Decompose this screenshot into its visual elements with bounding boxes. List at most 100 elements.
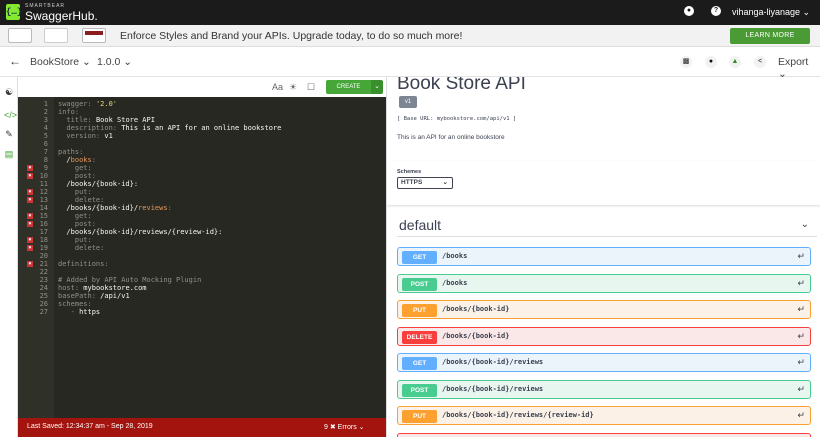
version-dropdown[interactable]: 1.0.0 ⌄ (97, 56, 132, 68)
document-icon[interactable]: ▩ (680, 56, 692, 68)
code-line[interactable]: 11 /books/{book-id}: (18, 180, 386, 188)
code-line[interactable]: ✖ 18 put: (18, 236, 386, 244)
jump-to-definition-icon[interactable]: ↵ (797, 251, 805, 262)
code-line[interactable]: 2 info: (18, 108, 386, 116)
code-line[interactable]: ✖ 16 post: (18, 220, 386, 228)
code-line[interactable]: ✖ 21 definitions: (18, 260, 386, 268)
hierarchy-icon[interactable]: ☯ (4, 87, 14, 98)
jump-to-definition-icon[interactable]: ↵ (797, 384, 805, 395)
notification-icon[interactable]: ▲ (729, 56, 741, 68)
errors-toggle[interactable]: 9 ✖ Errors ⌄ (324, 423, 365, 431)
jump-to-definition-icon[interactable]: ↵ (797, 357, 805, 368)
editor-status-bar: Last Saved: 12:34:37 am - Sep 28, 2019 9… (18, 418, 386, 437)
last-saved-text: Last Saved: 12:34:37 am - Sep 28, 2019 (27, 423, 153, 430)
code-line[interactable]: 27 - https (18, 308, 386, 316)
code-line[interactable]: 8 /books: (18, 156, 386, 164)
line-number: 5 (43, 132, 48, 140)
code-text: get: (58, 212, 92, 220)
code-line[interactable]: 24 host: mybookstore.com (18, 284, 386, 292)
chevron-down-icon[interactable]: ⌄ (801, 219, 809, 230)
code-line[interactable]: 5 version: v1 (18, 132, 386, 140)
theme-sun-icon[interactable]: ☀ (289, 82, 297, 93)
api-name-dropdown[interactable]: BookStore ⌄ (30, 56, 91, 68)
top-bar: {…} SMARTBEAR SwaggerHub. ● ? vihanga-li… (0, 0, 820, 25)
operation-get[interactable]: GET/books/{book-id}/reviews ↵ (397, 353, 811, 372)
code-line[interactable]: 20 (18, 252, 386, 260)
schemes-value: HTTPS (401, 179, 423, 186)
yaml-code-editor[interactable]: 1 swagger: '2.0' 2 info: 3 title: Book Store… (18, 97, 386, 418)
line-number: 15 (39, 212, 48, 220)
settings-icon[interactable]: ● (705, 56, 717, 68)
code-line[interactable]: ✖ 19 delete: (18, 244, 386, 252)
brand-name[interactable]: SwaggerHub. (25, 9, 98, 23)
line-number: 26 (39, 300, 48, 308)
code-line[interactable]: ✖ 9 get: (18, 164, 386, 172)
operation-put[interactable]: PUT/books/{book-id}/reviews/{review-id} ↵ (397, 406, 811, 425)
code-text: definitions: (58, 260, 109, 268)
code-line[interactable]: 23 # Added by API Auto Mocking Plugin (18, 276, 386, 284)
code-line[interactable]: 3 title: Book Store API (18, 116, 386, 124)
code-text: paths: (58, 148, 84, 156)
line-number: 18 (39, 236, 48, 244)
code-line[interactable]: 25 basePath: /api/v1 (18, 292, 386, 300)
line-number: 7 (43, 148, 48, 156)
tag-header-default[interactable]: default ⌄ (397, 217, 817, 237)
line-number: 27 (39, 308, 48, 316)
api-description: This is an API for an online bookstore (397, 134, 505, 141)
code-line[interactable]: ✖ 15 get: (18, 212, 386, 220)
operation-get[interactable]: GET/books ↵ (397, 247, 811, 266)
line-number: 25 (39, 292, 48, 300)
code-line[interactable]: ✖ 12 put: (18, 188, 386, 196)
operation-path: /books (442, 278, 468, 287)
jump-to-definition-icon[interactable]: ↵ (797, 278, 805, 289)
code-line[interactable]: 14 /books/{book-id}/reviews: (18, 204, 386, 212)
user-menu[interactable]: vihanga-liyanage ⌄ (732, 7, 810, 18)
code-text: host: mybookstore.com (58, 284, 147, 292)
code-line[interactable]: 1 swagger: '2.0' (18, 100, 386, 108)
swaggerhub-logo-icon[interactable]: {…} (6, 4, 22, 20)
code-line[interactable]: ✖ 13 delete: (18, 196, 386, 204)
comment-icon[interactable]: ☐ (307, 82, 315, 93)
jump-to-definition-icon[interactable]: ↵ (797, 304, 805, 315)
code-text: info: (58, 108, 80, 116)
code-line[interactable]: 7 paths: (18, 148, 386, 156)
jump-to-definition-icon[interactable]: ↵ (797, 410, 805, 421)
code-text: # Added by API Auto Mocking Plugin (58, 276, 202, 284)
line-number: 14 (39, 204, 48, 212)
code-line[interactable]: 17 /books/{book-id}/reviews/{review-id}: (18, 228, 386, 236)
code-text: delete: (58, 196, 105, 204)
operation-post[interactable]: POST/books ↵ (397, 273, 811, 293)
code-line[interactable]: 6 (18, 140, 386, 148)
code-line[interactable]: ✖ 10 post: (18, 172, 386, 180)
font-size-button[interactable]: Aa (272, 82, 283, 92)
document-view-icon[interactable]: ▤ (4, 149, 14, 160)
edit-icon[interactable]: ✎ (4, 129, 14, 140)
create-button[interactable]: CREATE (326, 80, 371, 94)
operation-post[interactable]: POST/books/{book-id}/reviews ↵ (397, 379, 811, 399)
code-text: /books/{book-id}: (58, 180, 139, 188)
back-arrow-icon[interactable]: ← (9, 54, 21, 68)
operation-delete[interactable]: DELETE/books/{book-id}/reviews/{review-i… (397, 432, 811, 437)
docs-panel: Book Store API v1 [ Base URL: mybookstor… (386, 77, 820, 437)
learn-more-button[interactable]: LEARN MORE (730, 28, 810, 44)
operation-delete[interactable]: DELETE/books/{book-id} ↵ (397, 326, 811, 346)
code-text: get: (58, 164, 92, 172)
line-number: 3 (43, 116, 48, 124)
code-line[interactable]: 22 (18, 268, 386, 276)
operation-path: /books/{book-id}/reviews/{review-id} (442, 411, 594, 419)
code-line[interactable]: 26 schemes: (18, 300, 386, 308)
operation-put[interactable]: PUT/books/{book-id} ↵ (397, 300, 811, 319)
line-number: 6 (43, 140, 48, 148)
chat-icon[interactable]: ● (684, 6, 694, 16)
create-dropdown-icon[interactable]: ⌄ (371, 80, 383, 94)
code-editor-icon[interactable]: </> (4, 110, 17, 120)
line-number: 11 (39, 180, 48, 188)
code-text: schemes: (58, 300, 92, 308)
share-icon[interactable]: < (754, 56, 766, 68)
operation-path: /books/{book-id}/reviews (442, 384, 544, 393)
help-icon[interactable]: ? (711, 6, 721, 16)
jump-to-definition-icon[interactable]: ↵ (797, 331, 805, 342)
code-line[interactable]: 4 description: This is an API for an onl… (18, 124, 386, 132)
schemes-select[interactable]: HTTPS ⌄ (397, 177, 453, 189)
http-method-badge: POST (402, 277, 437, 291)
